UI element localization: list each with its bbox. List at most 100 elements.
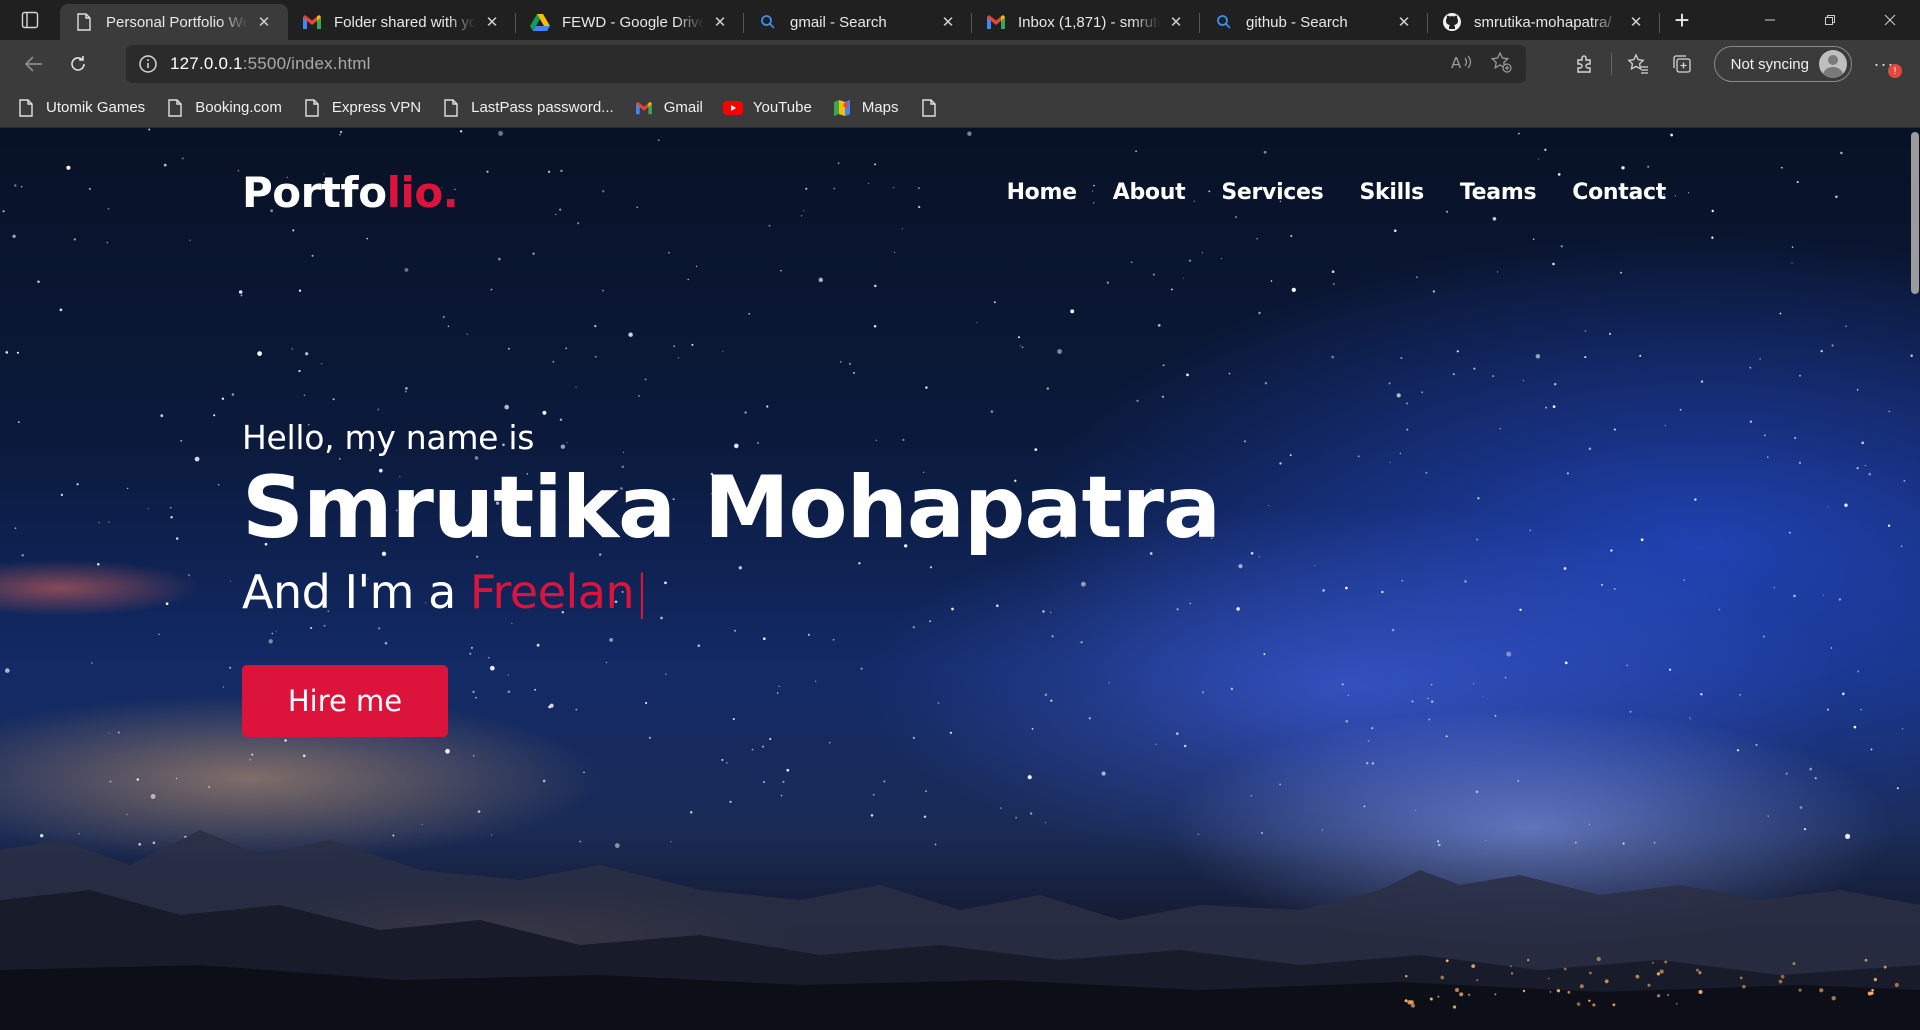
new-tab-button[interactable]: + [1660,2,1704,38]
tab-title: FEWD - Google Drive [562,13,704,31]
nav-about[interactable]: About [1113,180,1186,205]
nav-home[interactable]: Home [1007,180,1077,205]
bookmark-label: Booking.com [195,99,282,116]
close-icon[interactable]: ✕ [938,12,958,32]
back-button[interactable] [12,46,56,82]
close-icon[interactable]: ✕ [1394,12,1414,32]
scrollbar-thumb[interactable] [1911,132,1919,294]
town-light [1604,979,1609,984]
close-icon[interactable]: ✕ [1626,12,1646,32]
town-light [1452,1005,1457,1009]
minimize-button[interactable] [1740,0,1800,40]
bookmark-youtube[interactable]: YouTube [722,93,812,123]
svg-text:A: A [1451,54,1462,71]
bookmark-gmail[interactable]: Gmail [634,93,703,123]
close-icon[interactable]: ✕ [482,12,502,32]
town-light [1522,989,1526,993]
town-light [1664,960,1668,964]
refresh-button[interactable] [56,46,100,82]
nav-skills[interactable]: Skills [1359,180,1424,205]
collections-icon [1672,55,1691,73]
tab-actions-button[interactable] [0,0,60,40]
town-light [1592,1003,1596,1007]
town-light [1698,971,1702,975]
bookmark-express-vpn[interactable]: Express VPN [302,93,421,123]
tab-folder-shared[interactable]: Folder shared with you ✕ [288,4,516,40]
town-light [1651,961,1654,964]
close-window-button[interactable] [1860,0,1920,40]
town-light [1494,993,1497,996]
town-light [1579,984,1584,989]
town-light [1819,988,1824,993]
bookmark-maps[interactable]: Maps [832,93,899,123]
town-light [1549,991,1552,993]
role-typed-text: Freelan [469,565,635,619]
town-light [1778,979,1783,984]
town-light [1588,971,1592,975]
tab-github-search[interactable]: github - Search ✕ [1200,4,1428,40]
close-icon[interactable]: ✕ [710,12,730,32]
url-host: 127.0.0.1 [170,54,243,73]
extensions-button[interactable] [1563,46,1607,82]
town-light [1657,994,1661,998]
page-scrollbar[interactable] [1910,128,1920,1030]
bookmark-utomik[interactable]: Utomik Games [16,93,145,123]
bookmark-label: LastPass password... [471,99,614,116]
read-aloud-icon[interactable]: A [1450,53,1472,76]
town-light [1510,972,1514,975]
tab-inbox[interactable]: Inbox (1,871) - smrutika ✕ [972,4,1200,40]
tab-google-drive[interactable]: FEWD - Google Drive ✕ [516,4,744,40]
logo-accent: lio. [386,168,459,217]
town-light [1792,962,1796,966]
maps-icon [832,98,852,118]
bookmark-unnamed[interactable] [919,93,949,123]
add-favorite-icon[interactable] [1490,50,1512,78]
gmail-icon [986,12,1006,32]
town-light [1471,964,1476,968]
favorites-button[interactable] [1616,46,1660,82]
bookmark-booking[interactable]: Booking.com [165,93,282,123]
town-light [1667,994,1670,997]
close-icon[interactable]: ✕ [1166,12,1186,32]
tab-actions-icon [21,11,39,29]
gmail-icon [634,98,654,118]
github-icon [1442,12,1462,32]
window-controls [1740,0,1920,40]
tab-title: github - Search [1246,13,1348,31]
logo-main: Portfo [242,168,387,217]
nav-teams[interactable]: Teams [1460,180,1537,205]
nav-contact[interactable]: Contact [1572,180,1666,205]
toolbar-right: Not syncing ··· ! [1563,40,1920,88]
town-light [1404,999,1408,1003]
collections-button[interactable] [1660,46,1704,82]
plus-icon: + [1674,4,1690,35]
bookmark-lastpass[interactable]: LastPass password... [441,93,614,123]
address-bar-actions: A [1450,45,1512,83]
gmail-icon [302,12,322,32]
hire-me-button[interactable]: Hire me [242,665,448,737]
address-bar[interactable]: 127.0.0.1:5500/index.html A [126,45,1526,83]
tab-github-repo[interactable]: smrutika-mohapatra/ ✕ [1428,4,1660,40]
tab-portfolio[interactable]: Personal Portfolio Website ✕ [60,4,288,40]
nav-services[interactable]: Services [1221,180,1323,205]
favorites-star-icon [1627,53,1648,74]
page-icon [16,98,36,118]
town-light [1563,967,1567,971]
tab-gmail-search[interactable]: gmail - Search ✕ [744,4,972,40]
town-light [1526,958,1530,962]
site-info-icon[interactable] [126,54,170,74]
town-light [1873,977,1878,982]
profile-sync-button[interactable]: Not syncing [1713,46,1852,82]
settings-more-button[interactable]: ··· ! [1862,46,1906,82]
town-light [1883,965,1887,969]
town-light [1596,956,1601,962]
town-light [1547,977,1550,980]
restore-button[interactable] [1800,0,1860,40]
town-light [1509,965,1512,968]
site-logo[interactable]: Portfolio. [242,168,459,217]
restore-icon [1825,15,1835,25]
close-icon[interactable]: ✕ [254,12,274,32]
town-light [1588,999,1591,1002]
town-light [1867,991,1872,996]
town-light [1459,992,1464,997]
